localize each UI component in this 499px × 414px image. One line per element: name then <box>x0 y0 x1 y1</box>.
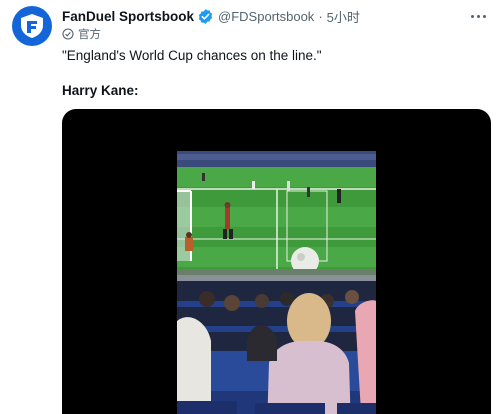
more-options-button[interactable] <box>467 8 489 24</box>
tweet-header: FanDuel Sportsbook @FDSportsbook · 5小时 <box>62 7 360 25</box>
official-label-text: 官方 <box>78 29 101 41</box>
tweet-text: "England's World Cup chances on the line… <box>62 48 322 63</box>
official-label: 官方 <box>62 27 101 41</box>
tweet-text-subject: Harry Kane: <box>62 83 139 98</box>
media-container[interactable] <box>62 109 491 414</box>
avatar[interactable] <box>12 6 52 46</box>
separator-dot: · <box>318 8 323 24</box>
more-dot-icon <box>470 14 474 18</box>
official-badge-icon <box>62 28 74 40</box>
video-frame-image <box>177 151 376 414</box>
more-dot-icon <box>482 14 486 18</box>
account-handle[interactable]: @FDSportsbook <box>218 9 314 24</box>
fanduel-shield-icon <box>21 14 43 38</box>
post-time[interactable]: 5小时 <box>327 7 360 26</box>
verified-badge-icon <box>197 8 214 25</box>
more-dot-icon <box>476 14 480 18</box>
account-name[interactable]: FanDuel Sportsbook <box>62 9 194 24</box>
video-thumbnail[interactable] <box>177 151 376 414</box>
